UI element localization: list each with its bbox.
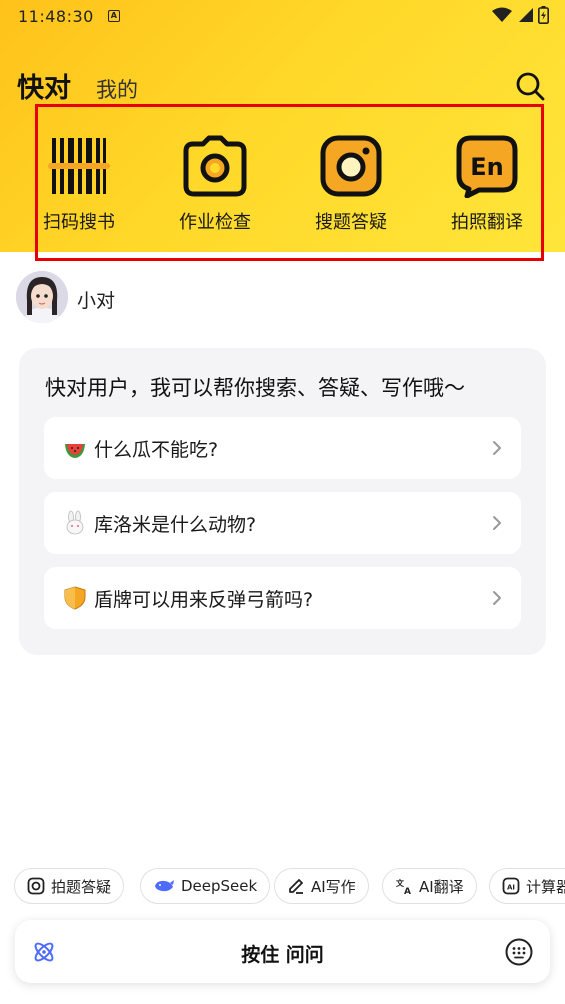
suggestion-text: 盾牌可以用来反弹弓箭吗? [94,588,314,611]
camera-icon [183,135,247,197]
translate-icon: 文A [396,878,411,895]
greeting-text: 快对用户，我可以帮你搜索、答疑、写作哦～ [45,376,465,400]
pen-icon [289,879,303,894]
chat-card: 快对用户，我可以帮你搜索、答疑、写作哦～ 什么瓜不能吃? 库洛米是什么动物? 盾… [19,348,546,655]
chip-ai-writing[interactable]: AI写作 [274,868,369,904]
assistant-name: 小对 [77,290,116,312]
chip-label: 拍题答疑 [51,877,112,896]
barcode-icon [48,138,110,194]
translate-en-icon: En [456,135,518,198]
chevron-right-icon [493,591,501,605]
chip-deepseek[interactable]: DeepSeek [140,868,271,904]
signal-icon [519,8,533,22]
watermelon-icon [62,435,88,461]
status-icons [492,6,549,24]
search-icon[interactable] [514,70,546,102]
chip-label: AI翻译 [419,877,464,896]
tool-search-question[interactable]: 搜题答疑 [296,134,406,234]
hold-to-ask-button[interactable]: 按住 问问 [15,940,550,967]
tool-homework-check[interactable]: 作业检查 [160,134,270,234]
shield-icon [62,585,88,611]
quick-chips: 拍题答疑 DeepSeek AI写作 文A AI翻译 AI 计算器 [14,868,565,904]
svg-text:AI: AI [507,884,515,892]
tool-label: 搜题答疑 [315,212,387,233]
tool-label: 拍照翻译 [451,212,523,233]
suggestion-item[interactable]: 什么瓜不能吃? [44,417,521,479]
whale-icon [155,880,174,892]
chevron-right-icon [493,516,501,530]
rabbit-icon [62,510,88,536]
tool-photo-translate[interactable]: En 拍照翻译 [432,134,542,234]
status-time: 11:48:30 [18,6,94,26]
voice-input-bar[interactable]: 按住 问问 [15,920,550,983]
camera-icon [27,877,45,895]
chip-calculator[interactable]: AI 计算器 [489,868,565,904]
tool-scan-book[interactable]: 扫码搜书 [24,134,134,234]
suggestion-item[interactable]: 盾牌可以用来反弹弓箭吗? [44,567,521,629]
status-bar: 11:48:30 A [0,0,565,32]
a-icon: A [107,10,120,22]
ai-box-icon: AI [502,877,520,895]
tool-label: 扫码搜书 [43,212,115,233]
chip-label: DeepSeek [181,877,258,895]
suggestion-item[interactable]: 库洛米是什么动物? [44,492,521,554]
tool-label: 作业检查 [179,212,251,233]
avatar[interactable] [16,271,68,323]
battery-icon [538,6,549,24]
chip-ai-translate[interactable]: 文A AI翻译 [382,868,477,904]
wifi-icon [492,7,512,22]
tab-kuaidui[interactable]: 快对 [17,66,71,105]
suggestion-text: 什么瓜不能吃? [94,438,219,461]
chip-label: 计算器 [526,877,565,896]
instagram-camera-icon [320,135,382,197]
svg-text:En: En [470,153,503,181]
chip-photo-question[interactable]: 拍题答疑 [14,868,125,904]
tab-mine[interactable]: 我的 [96,74,138,104]
chip-label: AI写作 [311,877,356,896]
suggestion-text: 库洛米是什么动物? [94,513,257,536]
svg-text:A: A [404,887,411,895]
keyboard-icon[interactable] [505,938,533,966]
chevron-right-icon [493,441,501,455]
